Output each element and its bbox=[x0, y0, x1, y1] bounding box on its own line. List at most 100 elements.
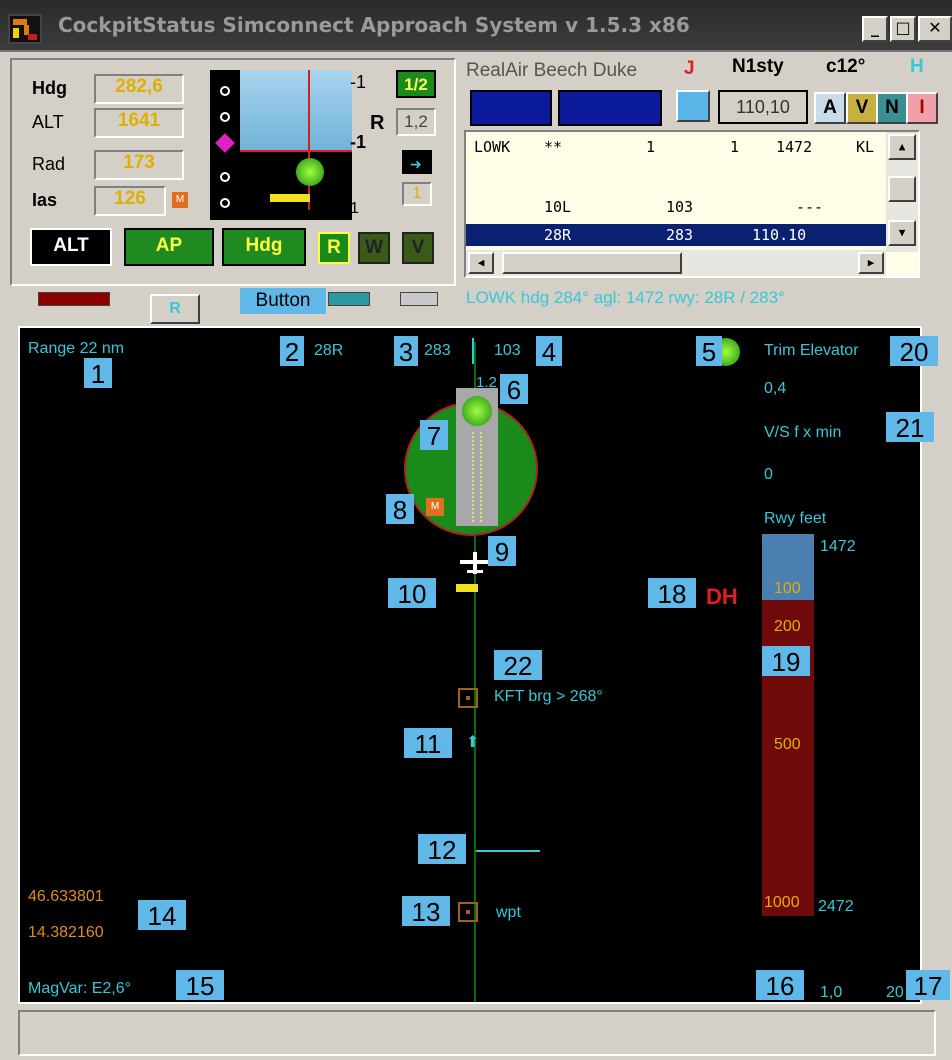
blue-panel-right[interactable] bbox=[558, 90, 662, 126]
latitude: 46.633801 bbox=[28, 888, 104, 905]
kft-label: KFT brg > 268° bbox=[494, 688, 603, 705]
tag-17: 17 bbox=[906, 970, 950, 1001]
scroll-thumb[interactable] bbox=[888, 176, 916, 202]
scroll-right-icon[interactable]: ▶ bbox=[858, 252, 884, 274]
tag-22: 22 bbox=[494, 650, 542, 681]
red-indicator bbox=[38, 292, 110, 306]
alt-button[interactable]: ALT bbox=[30, 228, 112, 266]
scroll-up-icon[interactable]: ▲ bbox=[888, 134, 916, 160]
r-label: R bbox=[370, 112, 385, 134]
tag-11: 11 bbox=[404, 728, 452, 759]
tag-16: 16 bbox=[756, 970, 804, 1001]
tag-8: 8 bbox=[386, 494, 414, 525]
light-blue-button[interactable] bbox=[676, 90, 710, 122]
blue-panel-left[interactable] bbox=[470, 90, 552, 126]
airport-list[interactable]: LOWK ** 1 1 1472 KL 10L 103 --- 28R 283 … bbox=[464, 130, 920, 278]
temp-label: c12° bbox=[826, 56, 866, 77]
n-button[interactable]: N bbox=[876, 92, 908, 124]
bar-1000: 1000 bbox=[764, 894, 800, 911]
r-button[interactable]: R bbox=[318, 232, 350, 264]
vs-value: 0 bbox=[764, 466, 773, 483]
tag-13: 13 bbox=[402, 896, 450, 927]
maximize-button[interactable]: □ bbox=[890, 16, 916, 42]
list-cell: 283 bbox=[666, 226, 694, 244]
wpt-label: wpt bbox=[496, 904, 521, 921]
heading-2: 103 bbox=[494, 342, 521, 359]
horizontal-scrollbar[interactable]: ◀ ▶ bbox=[466, 250, 886, 276]
tag-4: 4 bbox=[536, 336, 562, 367]
status-led-icon bbox=[296, 158, 324, 186]
list-cell: LOWK bbox=[474, 138, 511, 156]
h-scroll-thumb[interactable] bbox=[502, 252, 682, 274]
tag-18: 18 bbox=[648, 578, 696, 609]
trim-label: Trim Elevator bbox=[764, 342, 859, 359]
app-window: CockpitStatus Simconnect Approach System… bbox=[0, 0, 952, 1060]
range-label: Range 22 nm bbox=[28, 340, 125, 357]
scale-top: -1 bbox=[350, 72, 367, 92]
ratio-value: 1,2 bbox=[396, 108, 436, 136]
vertical-scrollbar[interactable]: ▲ ▼ bbox=[886, 132, 918, 252]
m-marker-icon: M bbox=[172, 192, 188, 208]
tag-10: 10 bbox=[388, 578, 436, 609]
list-cell: 1472 bbox=[776, 138, 813, 156]
dh-label: DH bbox=[706, 584, 738, 609]
tag-3: 3 bbox=[394, 336, 418, 367]
vs-label: V/S f x min bbox=[764, 424, 842, 441]
list-cell: 1 bbox=[646, 138, 656, 156]
alt-label: ALT bbox=[32, 112, 64, 132]
title-bar[interactable]: CockpitStatus Simconnect Approach System… bbox=[0, 0, 952, 52]
scroll-left-icon[interactable]: ◀ bbox=[468, 252, 494, 274]
scroll-down-icon[interactable]: ▼ bbox=[888, 220, 916, 246]
window-title: CockpitStatus Simconnect Approach System… bbox=[58, 13, 690, 37]
rwy-feet-label: Rwy feet bbox=[764, 510, 827, 527]
longitude: 14.382160 bbox=[28, 924, 104, 941]
fraction-value[interactable]: 1/2 bbox=[396, 70, 436, 98]
tag-20: 20 bbox=[890, 336, 938, 367]
bar-100: 100 bbox=[774, 580, 801, 597]
tag-19: 19 bbox=[762, 646, 810, 677]
glideslope-bar bbox=[456, 584, 478, 592]
hdg-button[interactable]: Hdg bbox=[222, 228, 306, 266]
close-button[interactable]: ✕ bbox=[918, 16, 952, 42]
arrow-icon: ➜ bbox=[410, 156, 422, 172]
app-logo-icon bbox=[8, 14, 42, 44]
list-cell: ** bbox=[544, 138, 563, 156]
tag-9: 9 bbox=[488, 536, 516, 567]
button-tag[interactable]: Button bbox=[240, 288, 326, 314]
heading-tick bbox=[472, 338, 474, 364]
i-button[interactable]: I bbox=[906, 92, 938, 124]
runway-label: 28R bbox=[314, 342, 344, 359]
list-cell: 1 bbox=[730, 138, 740, 156]
bar-top-value: 1472 bbox=[820, 538, 856, 555]
list-cell: 28R bbox=[544, 226, 572, 244]
ap-button[interactable]: AP bbox=[124, 228, 214, 266]
heading-1: 283 bbox=[424, 342, 451, 359]
autopilot-panel: Hdg 282,6 ALT 1641 Rad 173 Ias 126 M -1 … bbox=[10, 58, 456, 286]
gray-indicator bbox=[400, 292, 438, 306]
v-button[interactable]: V bbox=[402, 232, 434, 264]
r-tab-button[interactable]: R bbox=[150, 294, 200, 324]
wpt-marker-icon bbox=[458, 902, 478, 922]
scale-a: 1,0 bbox=[820, 984, 843, 1001]
list-item[interactable]: 10L 103 --- bbox=[466, 198, 886, 220]
w-button[interactable]: W bbox=[358, 232, 390, 264]
list-cell: KL bbox=[856, 138, 875, 156]
arrow-button[interactable]: ➜ bbox=[402, 150, 432, 174]
tag-21: 21 bbox=[886, 412, 934, 443]
hdg-value: 282,6 bbox=[94, 74, 184, 104]
tag-12: 12 bbox=[418, 834, 466, 865]
frequency-display: 110,10 bbox=[718, 90, 808, 124]
v-mode-button[interactable]: V bbox=[846, 92, 878, 124]
distance-marker bbox=[476, 850, 540, 852]
list-item[interactable]: LOWK ** 1 1 1472 KL bbox=[466, 138, 886, 160]
list-item-selected[interactable]: 28R 283 110.10 bbox=[466, 224, 886, 246]
m-marker-icon: M bbox=[426, 498, 444, 516]
trim-value: 0,4 bbox=[764, 380, 787, 397]
alt-value: 1641 bbox=[94, 108, 184, 138]
h-label: H bbox=[910, 56, 924, 77]
tag-6: 6 bbox=[500, 374, 528, 405]
tag-15: 15 bbox=[176, 970, 224, 1001]
a-button[interactable]: A bbox=[814, 92, 846, 124]
minimize-button[interactable]: _ bbox=[862, 16, 888, 42]
aircraft-icon bbox=[460, 552, 490, 574]
